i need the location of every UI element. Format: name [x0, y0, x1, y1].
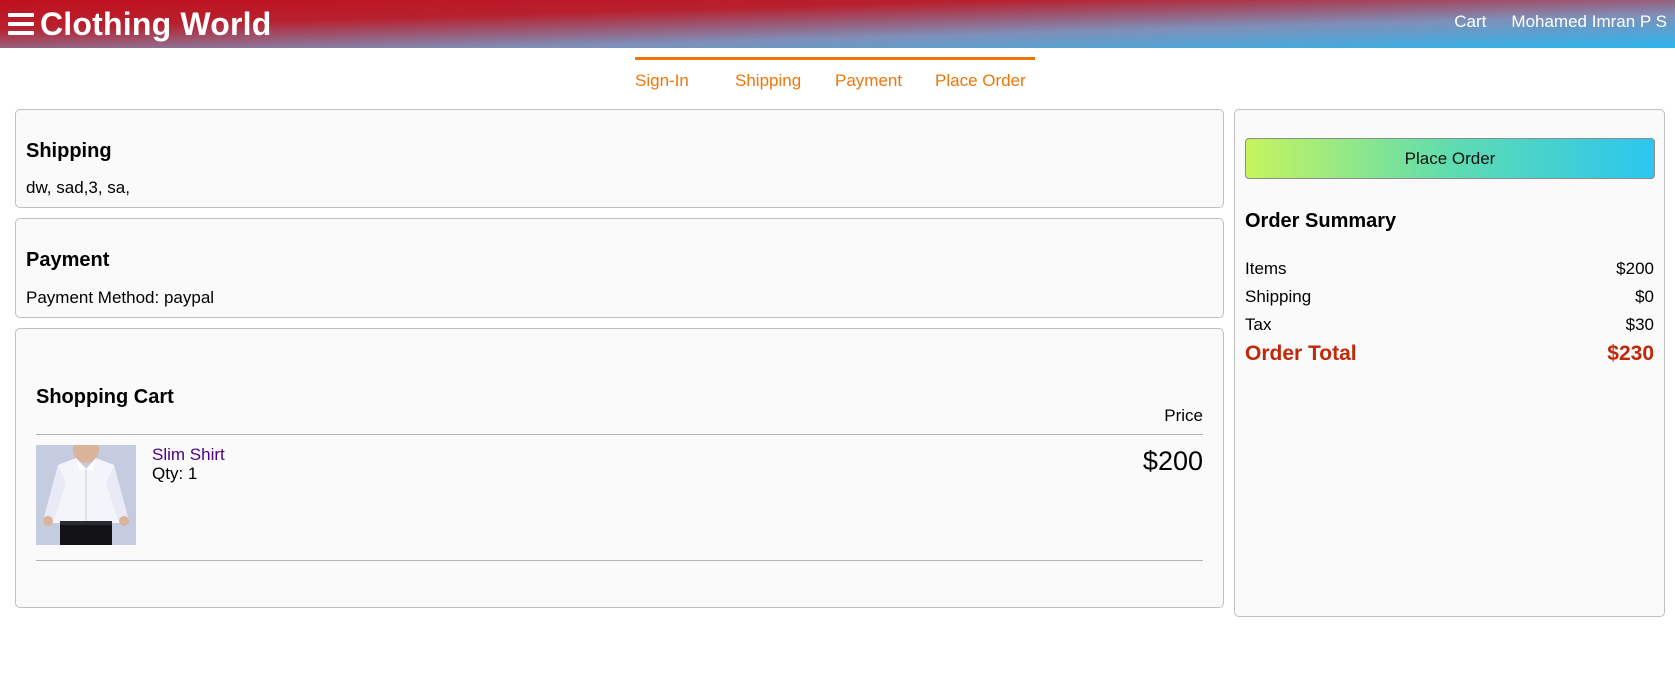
price-column-header: Price	[1164, 406, 1203, 425]
place-order-button[interactable]: Place Order	[1245, 138, 1655, 179]
user-menu-link[interactable]: Mohamed Imran P S	[1511, 12, 1667, 32]
app-header: Clothing World Cart Mohamed Imran P S	[0, 0, 1675, 48]
order-summary-heading: Order Summary	[1245, 210, 1397, 232]
step-sign-in: Sign-In	[635, 57, 735, 91]
order-total-label: Order Total	[1245, 342, 1357, 365]
product-quantity: Qty: 1	[152, 464, 198, 483]
order-summary-card: Place Order Order Summary Items $200 Shi…	[1234, 109, 1665, 617]
shipping-heading: Shipping	[26, 140, 112, 162]
step-shipping: Shipping	[735, 57, 835, 91]
shipping-card: Shipping dw, sad,3, sa,	[15, 109, 1224, 208]
summary-value: $200	[1616, 259, 1654, 278]
shopping-cart-heading: Shopping Cart	[36, 386, 174, 408]
summary-value: $0	[1635, 287, 1654, 306]
summary-label: Tax	[1245, 315, 1272, 334]
step-place-order: Place Order	[935, 57, 1035, 91]
summary-row-items: Items $200	[1245, 259, 1654, 279]
hamburger-menu-icon[interactable]	[8, 13, 34, 35]
payment-heading: Payment	[26, 249, 110, 271]
cart-divider	[36, 434, 1203, 435]
summary-value: $30	[1625, 315, 1654, 334]
summary-row-shipping: Shipping $0	[1245, 287, 1654, 307]
order-total-value: $230	[1607, 342, 1654, 365]
summary-row-order-total: Order Total $230	[1245, 342, 1654, 366]
summary-row-tax: Tax $30	[1245, 315, 1654, 335]
product-price: $200	[1142, 446, 1203, 476]
step-payment: Payment	[835, 57, 935, 91]
shopping-cart-card: Shopping Cart Price Slim Shirt Qty: 1 $2…	[15, 328, 1224, 608]
brand: Clothing World	[0, 0, 272, 48]
cart-divider	[36, 560, 1203, 561]
checkout-steps: Sign-In Shipping Payment Place Order	[635, 57, 1035, 91]
brand-title-link[interactable]: Clothing World	[40, 6, 272, 43]
summary-label: Shipping	[1245, 287, 1312, 306]
cart-link[interactable]: Cart	[1454, 12, 1486, 32]
product-image	[36, 445, 136, 545]
product-name-link[interactable]: Slim Shirt	[152, 445, 225, 465]
summary-label: Items	[1245, 259, 1287, 278]
shipping-address: dw, sad,3, sa,	[26, 178, 130, 197]
payment-method: Payment Method: paypal	[26, 288, 215, 307]
header-nav: Cart Mohamed Imran P S	[1429, 0, 1675, 46]
payment-card: Payment Payment Method: paypal	[15, 218, 1224, 318]
